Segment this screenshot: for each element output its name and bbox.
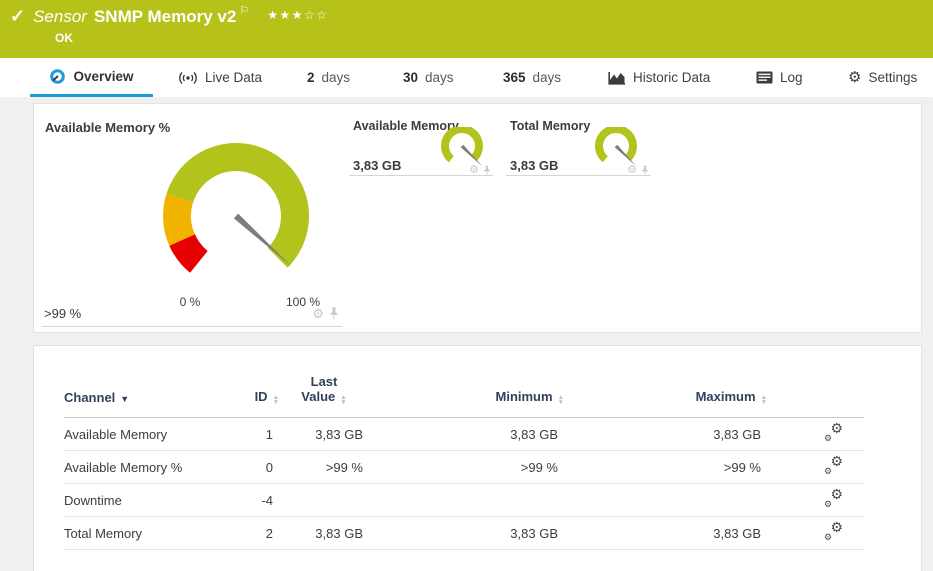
channel-maximum: 3,83 GB xyxy=(564,517,767,550)
pin-icon[interactable] xyxy=(483,165,491,176)
column-header-maximum[interactable]: Maximum▲▼ xyxy=(564,374,767,418)
tab-30-days[interactable]: 30 days xyxy=(403,58,454,97)
column-header-channel[interactable]: Channel▼ xyxy=(64,374,239,418)
gauges-panel: Available Memory % 0 % 100 % >99 % ⚙ xyxy=(33,103,922,333)
gauge-settings-gear-icon[interactable]: ⚙ xyxy=(469,164,479,177)
channel-settings-icon[interactable]: ⚙⚙ xyxy=(824,424,843,441)
page-content: Available Memory % 0 % 100 % >99 % ⚙ xyxy=(0,97,933,571)
gauge-current-value: 3,83 GB xyxy=(353,158,401,173)
channels-table: Channel▼ ID▲▼ Last Value▲▼ Minimum▲▼ Max… xyxy=(64,374,864,550)
flag-icon[interactable]: ⚐ xyxy=(239,4,249,18)
sensor-status-badge: OK xyxy=(55,31,73,45)
area-chart-icon xyxy=(608,70,626,85)
tab-log[interactable]: Log xyxy=(756,58,803,97)
column-header-actions xyxy=(767,374,864,418)
gauge-settings-gear-icon[interactable]: ⚙ xyxy=(312,307,324,320)
pin-icon[interactable] xyxy=(641,165,649,176)
channel-settings-icon[interactable]: ⚙⚙ xyxy=(824,457,843,474)
channel-name[interactable]: Total Memory xyxy=(64,517,239,550)
gauge-scale-min: 0 % xyxy=(170,295,210,309)
sensor-header: ✓ Sensor SNMP Memory v2 ⚐ ★★★☆☆ OK xyxy=(0,0,933,58)
tab-settings[interactable]: ⚙ Settings xyxy=(848,58,917,97)
tab-bar: Overview Live Data 2 days 30 days 365 da… xyxy=(0,58,933,97)
column-header-last-value[interactable]: Last Value▲▼ xyxy=(279,374,369,418)
channel-id: 1 xyxy=(239,418,279,451)
tab-live-data[interactable]: Live Data xyxy=(178,58,262,97)
channel-minimum xyxy=(369,484,564,517)
channel-maximum: >99 % xyxy=(564,451,767,484)
gauge-current-value: 3,83 GB xyxy=(510,158,558,173)
tab-log-label: Log xyxy=(780,70,803,85)
tab-2-days[interactable]: 2 days xyxy=(307,58,350,97)
channel-maximum: 3,83 GB xyxy=(564,418,767,451)
status-check-icon: ✓ xyxy=(10,5,25,27)
tab-overview-label: Overview xyxy=(73,69,133,84)
table-row: Available Memory % 0 >99 % >99 % >99 % ⚙… xyxy=(64,451,864,484)
channel-last-value: 3,83 GB xyxy=(279,517,369,550)
table-row: Total Memory 2 3,83 GB 3,83 GB 3,83 GB ⚙… xyxy=(64,517,864,550)
tab-historic-data[interactable]: Historic Data xyxy=(608,58,710,97)
sort-icon: ▲▼ xyxy=(558,395,564,405)
channel-name[interactable]: Available Memory % xyxy=(64,451,239,484)
channel-minimum: >99 % xyxy=(369,451,564,484)
channel-settings-icon[interactable]: ⚙⚙ xyxy=(824,490,843,507)
channel-minimum: 3,83 GB xyxy=(369,517,564,550)
table-row: Downtime -4 ⚙⚙ xyxy=(64,484,864,517)
gauge-settings-gear-icon[interactable]: ⚙ xyxy=(627,164,637,177)
tab-settings-label: Settings xyxy=(868,70,917,85)
object-kind-label: Sensor xyxy=(33,5,87,29)
channel-id: 0 xyxy=(239,451,279,484)
channel-last-value xyxy=(279,484,369,517)
tab-historic-data-label: Historic Data xyxy=(633,70,710,85)
table-row: Available Memory 1 3,83 GB 3,83 GB 3,83 … xyxy=(64,418,864,451)
channel-name[interactable]: Available Memory xyxy=(64,418,239,451)
column-header-id[interactable]: ID▲▼ xyxy=(239,374,279,418)
channel-minimum: 3,83 GB xyxy=(369,418,564,451)
channel-last-value: >99 % xyxy=(279,451,369,484)
channel-name[interactable]: Downtime xyxy=(64,484,239,517)
gear-icon: ⚙ xyxy=(848,70,861,85)
tab-365-days[interactable]: 365 days xyxy=(503,58,561,97)
broadcast-icon xyxy=(178,70,198,86)
gauge-current-value: >99 % xyxy=(44,306,81,321)
column-header-minimum[interactable]: Minimum▲▼ xyxy=(369,374,564,418)
channel-last-value: 3,83 GB xyxy=(279,418,369,451)
gauge-title: Total Memory xyxy=(510,119,590,133)
channel-id: -4 xyxy=(239,484,279,517)
channel-id: 2 xyxy=(239,517,279,550)
pin-icon[interactable] xyxy=(329,307,339,320)
sort-icon: ▲▼ xyxy=(340,395,346,405)
channel-maximum xyxy=(564,484,767,517)
tab-live-data-label: Live Data xyxy=(205,70,262,85)
gauge-block-available-memory-pct: Available Memory % 0 % 100 % >99 % ⚙ xyxy=(42,118,342,327)
table-header-row: Channel▼ ID▲▼ Last Value▲▼ Minimum▲▼ Max… xyxy=(64,374,864,418)
sort-desc-icon: ▼ xyxy=(120,394,129,404)
sensor-title: SNMP Memory v2 xyxy=(94,5,236,29)
channels-panel: Channel▼ ID▲▼ Last Value▲▼ Minimum▲▼ Max… xyxy=(33,345,922,571)
gauge-icon xyxy=(49,68,66,85)
sort-icon: ▲▼ xyxy=(273,395,279,405)
priority-stars[interactable]: ★★★☆☆ xyxy=(267,5,328,25)
gauge-block-available-memory: Available Memory 3,83 GB ⚙ xyxy=(349,118,493,176)
log-list-icon xyxy=(756,71,773,84)
gauge-block-total-memory: Total Memory 3,83 GB ⚙ xyxy=(506,118,651,176)
channel-settings-icon[interactable]: ⚙⚙ xyxy=(824,523,843,540)
tab-overview[interactable]: Overview xyxy=(30,58,153,97)
sort-icon: ▲▼ xyxy=(761,395,767,405)
